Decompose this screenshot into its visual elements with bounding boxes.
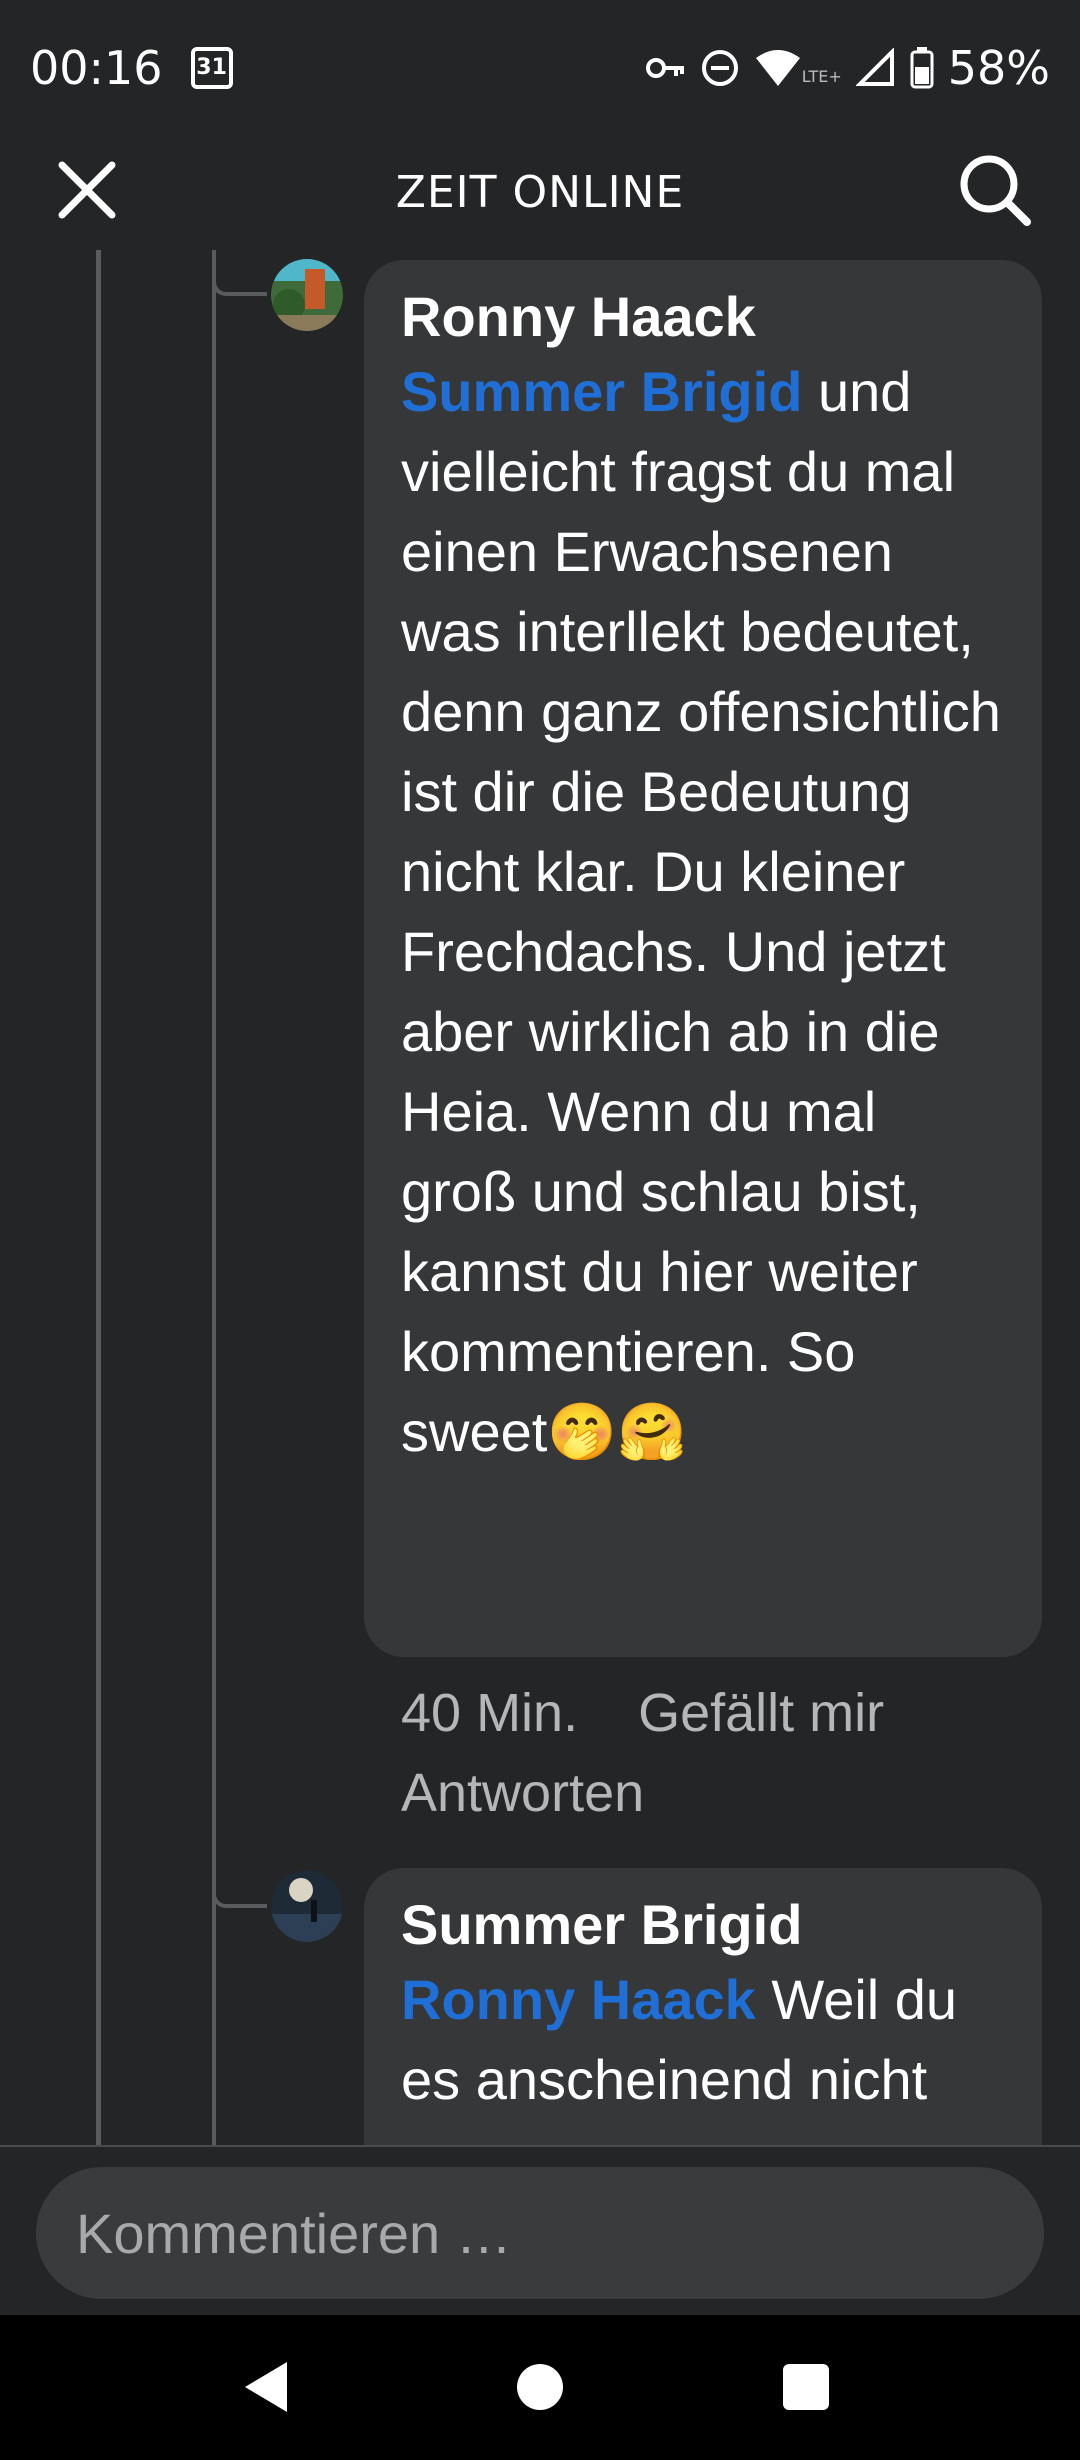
- navigation-bar: [0, 2315, 1080, 2460]
- like-button[interactable]: Gefällt mir: [638, 1683, 884, 1743]
- search-button[interactable]: [955, 150, 1035, 230]
- page-title: ZEIT ONLINE: [395, 167, 685, 218]
- battery-icon: [910, 46, 934, 88]
- comment-actions: 40 Min. Gefällt mir Antworten: [401, 1673, 1041, 1833]
- reply-button[interactable]: Antworten: [401, 1763, 644, 1823]
- app-header: ZEIT ONLINE: [0, 135, 1080, 250]
- key-icon: [645, 57, 684, 78]
- mention-link[interactable]: Summer Brigid: [401, 360, 802, 423]
- comment-timestamp: 40 Min.: [401, 1683, 579, 1743]
- thread-connector: [212, 1862, 267, 1908]
- comment-author[interactable]: Summer Brigid: [401, 1890, 1006, 1960]
- comment-author[interactable]: Ronny Haack: [401, 282, 1006, 352]
- home-button[interactable]: [517, 2364, 563, 2410]
- comment-body: und vielleicht fragst du mal einen Erwac…: [401, 360, 1001, 1463]
- search-icon: [960, 155, 1031, 226]
- comment-composer: [0, 2145, 1080, 2315]
- close-icon: [58, 161, 116, 219]
- signal-icon: [855, 47, 894, 86]
- network-type-label: LTE+: [801, 67, 842, 86]
- close-button[interactable]: [52, 155, 122, 225]
- avatar[interactable]: [271, 259, 343, 331]
- battery-percent: 58%: [947, 40, 1050, 95]
- recents-button[interactable]: [783, 2364, 829, 2410]
- comment-input[interactable]: [36, 2167, 1044, 2299]
- comment-bubble: Ronny Haack Summer Brigid und vielleicht…: [364, 260, 1042, 1657]
- status-icons: LTE+ 58%: [645, 40, 1050, 95]
- status-bar: 00:16 31 LTE+ 58%: [0, 0, 1080, 135]
- avatar[interactable]: [271, 1870, 343, 1942]
- calendar-icon: 31: [190, 46, 233, 89]
- thread-line: [96, 250, 101, 2145]
- comment-text: Summer Brigid und vielleicht fragst du m…: [401, 352, 1006, 1472]
- comment-text: Ronny Haack Weil du es anscheinend nicht: [401, 1960, 1006, 2120]
- do-not-disturb-icon: [701, 49, 738, 86]
- thread-connector: [212, 250, 267, 296]
- thread-line: [212, 250, 216, 2145]
- wifi-icon: [755, 49, 800, 86]
- back-icon[interactable]: [243, 2360, 289, 2414]
- status-time: 00:16: [30, 40, 163, 95]
- mention-link[interactable]: Ronny Haack: [401, 1968, 756, 2031]
